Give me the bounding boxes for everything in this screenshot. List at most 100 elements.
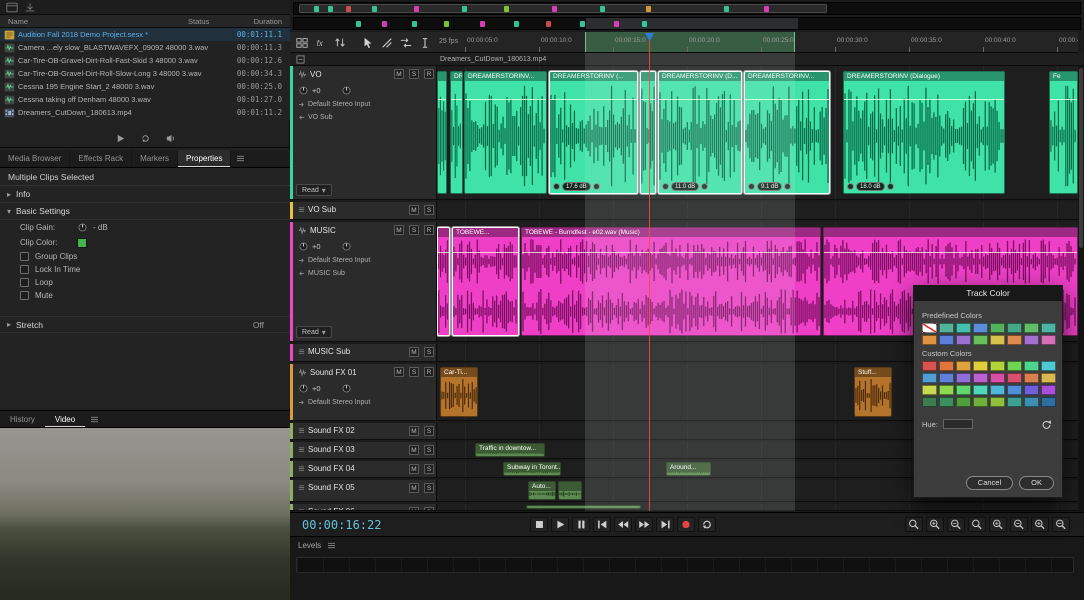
- mute-button[interactable]: M: [394, 367, 404, 377]
- dialog-title[interactable]: Track Color: [914, 286, 1062, 301]
- tab-markers[interactable]: Markers: [132, 150, 178, 167]
- checkbox[interactable]: [20, 278, 29, 287]
- clip-stretch-icon[interactable]: [887, 183, 894, 190]
- track-header[interactable]: VO SubMS: [290, 202, 437, 220]
- color-swatch[interactable]: [1041, 323, 1056, 333]
- color-swatch[interactable]: [973, 373, 988, 383]
- audio-clip[interactable]: Around...: [666, 462, 711, 476]
- volume-envelope[interactable]: [550, 99, 637, 100]
- audio-clip[interactable]: TOBEWE...: [452, 227, 519, 336]
- record-button[interactable]: [677, 517, 695, 532]
- slip-tool-button[interactable]: [398, 34, 414, 50]
- solo-button[interactable]: S: [409, 367, 419, 377]
- panel-menu-icon[interactable]: [85, 416, 104, 423]
- zoom-to-selection-button[interactable]: [968, 517, 986, 532]
- color-swatch[interactable]: [1024, 335, 1039, 345]
- razor-tool-button[interactable]: [379, 34, 395, 50]
- mute-button[interactable]: M: [394, 225, 404, 235]
- column-status[interactable]: Status: [188, 17, 234, 26]
- track-name[interactable]: Sound FX 06: [308, 507, 355, 511]
- files-column-header[interactable]: Name Status Duration: [0, 15, 290, 28]
- track-header[interactable]: Sound FX 03MS: [290, 442, 437, 459]
- track-name[interactable]: Sound FX 02: [308, 426, 355, 435]
- volume-envelope[interactable]: [745, 99, 829, 100]
- solo-button[interactable]: S: [409, 69, 419, 79]
- overview-navigator[interactable]: [293, 2, 1081, 15]
- color-swatch[interactable]: [990, 335, 1005, 345]
- track-header[interactable]: MUSICMSR+0Default Stereo InputMUSIC SubR…: [290, 222, 437, 342]
- clip-fx-icon[interactable]: [553, 183, 560, 190]
- color-swatch[interactable]: [956, 323, 971, 333]
- audio-clip[interactable]: [558, 481, 582, 500]
- color-swatch[interactable]: [922, 335, 937, 345]
- mute-button[interactable]: M: [394, 69, 404, 79]
- color-swatch[interactable]: [956, 361, 971, 371]
- knob-icon[interactable]: [341, 383, 352, 394]
- knob-icon[interactable]: [298, 85, 309, 96]
- color-swatch[interactable]: [939, 397, 954, 407]
- solo-button[interactable]: S: [424, 205, 434, 215]
- mute-button[interactable]: M: [409, 507, 419, 512]
- track-lane[interactable]: DRE...DREAMERSTORINV...DREAMERSTORINV (.…: [437, 66, 1078, 200]
- solo-button[interactable]: S: [409, 225, 419, 235]
- transport-timecode[interactable]: 00:00:16:22: [302, 518, 381, 532]
- stop-button[interactable]: [530, 517, 548, 532]
- audio-clip[interactable]: DREAMERSTORINV (...17.6 dB: [549, 71, 638, 194]
- track-name[interactable]: Sound FX 01: [310, 368, 357, 377]
- overview-viewport-handle[interactable]: [299, 4, 827, 13]
- mute-button[interactable]: M: [409, 483, 419, 493]
- zoom-in-vertical-button[interactable]: [989, 517, 1007, 532]
- automation-mode-dropdown[interactable]: Read▾: [296, 326, 332, 338]
- media-browser-icon[interactable]: [6, 2, 18, 13]
- knob-icon[interactable]: [341, 241, 352, 252]
- rewind-button[interactable]: [614, 517, 632, 532]
- audio-clip[interactable]: [437, 227, 450, 336]
- clip-gain-knob[interactable]: [77, 222, 88, 233]
- color-swatch[interactable]: [973, 397, 988, 407]
- tab-video[interactable]: Video: [45, 411, 85, 427]
- file-row[interactable]: Car-Tire-OB-Gravel-Dirt-Roll-Slow-Long 3…: [0, 67, 290, 80]
- cancel-button[interactable]: Cancel: [966, 476, 1013, 490]
- knob-icon[interactable]: [298, 383, 309, 394]
- solo-button[interactable]: S: [424, 464, 434, 474]
- zoom-navigator[interactable]: [293, 17, 1081, 30]
- color-swatch[interactable]: [1007, 385, 1022, 395]
- volume-envelope[interactable]: [438, 252, 449, 253]
- volume-envelope[interactable]: [453, 252, 518, 253]
- color-swatch[interactable]: [922, 373, 937, 383]
- color-swatch[interactable]: [990, 385, 1005, 395]
- track-name[interactable]: Sound FX 04: [308, 464, 355, 473]
- color-swatch[interactable]: [990, 323, 1005, 333]
- track-name[interactable]: Sound FX 03: [308, 445, 355, 454]
- volume-envelope[interactable]: [451, 99, 462, 100]
- track-header[interactable]: Sound FX 04MS: [290, 461, 437, 478]
- color-swatch[interactable]: [973, 385, 988, 395]
- tab-properties[interactable]: Properties: [178, 150, 231, 167]
- pause-button[interactable]: [572, 517, 590, 532]
- preview-play-button[interactable]: [115, 133, 126, 144]
- file-row[interactable]: Dreamers_CutDown_180613.mp400:01:11.2: [0, 106, 290, 119]
- color-swatch[interactable]: [939, 361, 954, 371]
- option-lock-in-time[interactable]: Lock In Time: [0, 263, 290, 276]
- color-swatch[interactable]: [990, 361, 1005, 371]
- color-swatch[interactable]: [1024, 385, 1039, 395]
- timeline-ruler[interactable]: 25 fps 00:00:05:000:00:10:000:00:15:000:…: [437, 32, 1078, 53]
- mute-button[interactable]: M: [409, 426, 419, 436]
- solo-button[interactable]: S: [424, 347, 434, 357]
- track-header[interactable]: Sound FX 06MS: [290, 504, 437, 511]
- audio-clip[interactable]: Stuff...: [854, 367, 892, 417]
- file-row[interactable]: Audition Fall 2018 Demo Project.sesx *00…: [0, 28, 290, 41]
- color-swatch[interactable]: [939, 335, 954, 345]
- clip-fx-icon[interactable]: [748, 183, 755, 190]
- volume-envelope[interactable]: [1050, 99, 1077, 100]
- color-swatch[interactable]: [1007, 323, 1022, 333]
- zoom-in-point-button[interactable]: [1031, 517, 1049, 532]
- clip-stretch-icon[interactable]: [701, 183, 708, 190]
- skip-to-end-button[interactable]: [656, 517, 674, 532]
- clip-stretch-icon[interactable]: [593, 183, 600, 190]
- file-row[interactable]: Car-Tire-OB-Gravel-Dirt-Roll-Fast-Skid 3…: [0, 54, 290, 67]
- panel-menu-icon[interactable]: [231, 150, 250, 167]
- option-mute[interactable]: Mute: [0, 289, 290, 302]
- zoom-out-full-button[interactable]: [905, 517, 923, 532]
- track-output-row[interactable]: MUSIC Sub: [290, 267, 436, 280]
